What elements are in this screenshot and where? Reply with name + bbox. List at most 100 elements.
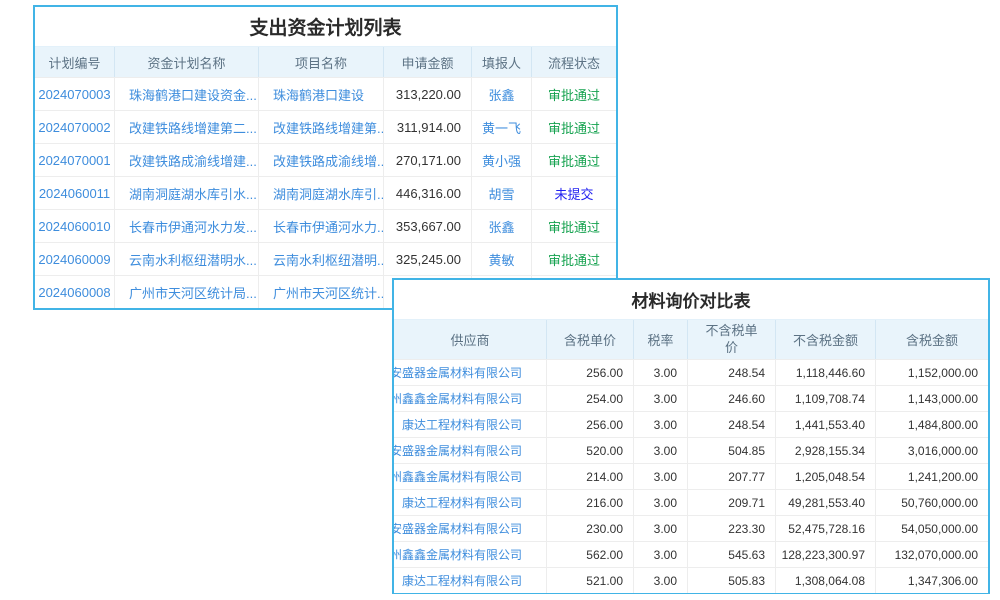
price-incl-tax-cell: 214.00 [547,464,634,489]
amount-cell: 325,245.00 [384,243,472,275]
quote-table-row: 康达工程材料有限公司 256.00 3.00 248.54 1,441,553.… [394,411,988,437]
expenditure-plan-table-title: 支出资金计划列表 [35,7,616,47]
price-excl-tax-cell: 545.63 [688,542,776,567]
plan-id-link[interactable]: 2024070002 [38,120,110,135]
price-incl-tax-cell: 230.00 [547,516,634,541]
price-incl-tax-cell: 521.00 [547,568,634,593]
price-excl-tax-cell: 246.60 [688,386,776,411]
plan-name-link[interactable]: 改建铁路成渝线增建... [129,151,257,170]
amount-excl-tax-cell: 2,928,155.34 [776,438,876,463]
supplier-name-link[interactable]: 广州鑫鑫金属材料有限公司 [394,390,522,407]
supplier-name-link[interactable]: 广州鑫鑫金属材料有限公司 [394,468,522,485]
price-excl-tax-cell: 505.83 [688,568,776,593]
tax-rate-cell: 3.00 [634,568,688,593]
quote-table-row: 康达工程材料有限公司 521.00 3.00 505.83 1,308,064.… [394,567,988,593]
plan-name-link[interactable]: 广州市天河区统计局... [129,283,257,302]
plan-id-link[interactable]: 2024060008 [38,285,110,300]
supplier-name-link[interactable]: 康达工程材料有限公司 [402,494,522,511]
supplier-name-link[interactable]: 西安盛器金属材料有限公司 [394,442,522,459]
amount-incl-tax-cell: 1,152,000.00 [876,360,988,385]
column-header-amount-excl-tax: 不含税金额 [776,320,876,359]
tax-rate-cell: 3.00 [634,412,688,437]
plan-id-link[interactable]: 2024060009 [38,252,110,267]
plan-id-link[interactable]: 2024070003 [38,87,110,102]
status-badge: 审批通过 [548,250,600,269]
material-quote-table-body: 西安盛器金属材料有限公司 256.00 3.00 248.54 1,118,44… [394,359,988,593]
tax-rate-cell: 3.00 [634,464,688,489]
amount-excl-tax-cell: 49,281,553.40 [776,490,876,515]
plan-id-link[interactable]: 2024060011 [39,186,110,201]
column-header-amount: 申请金额 [384,47,472,77]
quote-table-row: 广州鑫鑫金属材料有限公司 562.00 3.00 545.63 128,223,… [394,541,988,567]
reporter-name: 张鑫 [488,217,514,236]
amount-cell: 313,220.00 [384,78,472,110]
plan-name-link[interactable]: 长春市伊通河水力发... [129,217,257,236]
amount-incl-tax-cell: 1,143,000.00 [876,386,988,411]
supplier-name-link[interactable]: 广州鑫鑫金属材料有限公司 [394,546,522,563]
amount-incl-tax-cell: 1,347,306.00 [876,568,988,593]
price-excl-tax-cell: 207.77 [688,464,776,489]
expenditure-plan-table-header-row: 计划编号 资金计划名称 项目名称 申请金额 填报人 流程状态 [35,47,616,77]
reporter-name: 黄敏 [488,250,514,269]
plan-table-row: 2024060009 云南水利枢纽潜明水... 云南水利枢纽潜明... 325,… [35,242,616,275]
amount-excl-tax-cell: 1,308,064.08 [776,568,876,593]
column-header-supplier: 供应商 [394,320,547,359]
amount-cell: 270,171.00 [384,144,472,176]
tax-rate-cell: 3.00 [634,386,688,411]
quote-table-row: 广州鑫鑫金属材料有限公司 214.00 3.00 207.77 1,205,04… [394,463,988,489]
amount-excl-tax-cell: 1,441,553.40 [776,412,876,437]
tax-rate-cell: 3.00 [634,490,688,515]
project-name-link[interactable]: 湖南洞庭湖水库引... [273,184,384,203]
expenditure-plan-table-card: 支出资金计划列表 计划编号 资金计划名称 项目名称 申请金额 填报人 流程状态 … [33,5,618,310]
column-header-reporter: 填报人 [472,47,532,77]
amount-incl-tax-cell: 1,484,800.00 [876,412,988,437]
price-incl-tax-cell: 216.00 [547,490,634,515]
tax-rate-cell: 3.00 [634,542,688,567]
amount-excl-tax-cell: 1,205,048.54 [776,464,876,489]
plan-name-link[interactable]: 改建铁路线增建第二... [129,118,257,137]
tax-rate-cell: 3.00 [634,516,688,541]
project-name-link[interactable]: 改建铁路成渝线增... [273,151,384,170]
amount-cell: 311,914.00 [384,111,472,143]
supplier-name-link[interactable]: 西安盛器金属材料有限公司 [394,364,522,381]
quote-table-row: 西安盛器金属材料有限公司 520.00 3.00 504.85 2,928,15… [394,437,988,463]
plan-id-link[interactable]: 2024070001 [38,153,110,168]
supplier-name-link[interactable]: 康达工程材料有限公司 [402,572,522,589]
plan-name-link[interactable]: 珠海鹤港口建设资金... [129,85,257,104]
price-excl-tax-cell: 248.54 [688,412,776,437]
material-quote-table-title: 材料询价对比表 [394,280,988,320]
plan-table-row: 2024060011 湖南洞庭湖水库引水... 湖南洞庭湖水库引... 446,… [35,176,616,209]
status-badge: 审批通过 [548,151,600,170]
plan-id-link[interactable]: 2024060010 [38,219,110,234]
reporter-name: 胡雪 [488,184,514,203]
plan-table-row: 2024070001 改建铁路成渝线增建... 改建铁路成渝线增... 270,… [35,143,616,176]
supplier-name-link[interactable]: 康达工程材料有限公司 [402,416,522,433]
status-badge: 未提交 [554,184,593,203]
column-header-status: 流程状态 [532,47,616,77]
column-header-project-name: 项目名称 [259,47,384,77]
supplier-name-link[interactable]: 西安盛器金属材料有限公司 [394,520,522,537]
status-badge: 审批通过 [548,118,600,137]
project-name-link[interactable]: 长春市伊通河水力... [273,217,384,236]
expenditure-plan-table-body: 2024070003 珠海鹤港口建设资金... 珠海鹤港口建设 313,220.… [35,77,616,308]
quote-table-row: 西安盛器金属材料有限公司 230.00 3.00 223.30 52,475,7… [394,515,988,541]
project-name-link[interactable]: 改建铁路线增建第... [273,118,384,137]
plan-table-row: 2024070003 珠海鹤港口建设资金... 珠海鹤港口建设 313,220.… [35,77,616,110]
price-excl-tax-cell: 209.71 [688,490,776,515]
project-name-link[interactable]: 云南水利枢纽潜明... [273,250,384,269]
amount-incl-tax-cell: 1,241,200.00 [876,464,988,489]
project-name-link[interactable]: 广州市天河区统计... [273,283,384,302]
price-excl-tax-cell: 223.30 [688,516,776,541]
plan-name-link[interactable]: 云南水利枢纽潜明水... [129,250,257,269]
amount-excl-tax-cell: 1,109,708.74 [776,386,876,411]
reporter-name: 张鑫 [488,85,514,104]
plan-name-link[interactable]: 湖南洞庭湖水库引水... [129,184,257,203]
amount-cell: 446,316.00 [384,177,472,209]
column-header-price-incl-tax: 含税单价 [547,320,634,359]
quote-table-row: 康达工程材料有限公司 216.00 3.00 209.71 49,281,553… [394,489,988,515]
price-excl-tax-cell: 248.54 [688,360,776,385]
project-name-link[interactable]: 珠海鹤港口建设 [273,85,364,104]
column-header-plan-name: 资金计划名称 [115,47,259,77]
material-quote-compare-table-card: 材料询价对比表 供应商 含税单价 税率 不含税单价 不含税金额 含税金额 西安盛… [392,278,990,594]
amount-incl-tax-cell: 3,016,000.00 [876,438,988,463]
